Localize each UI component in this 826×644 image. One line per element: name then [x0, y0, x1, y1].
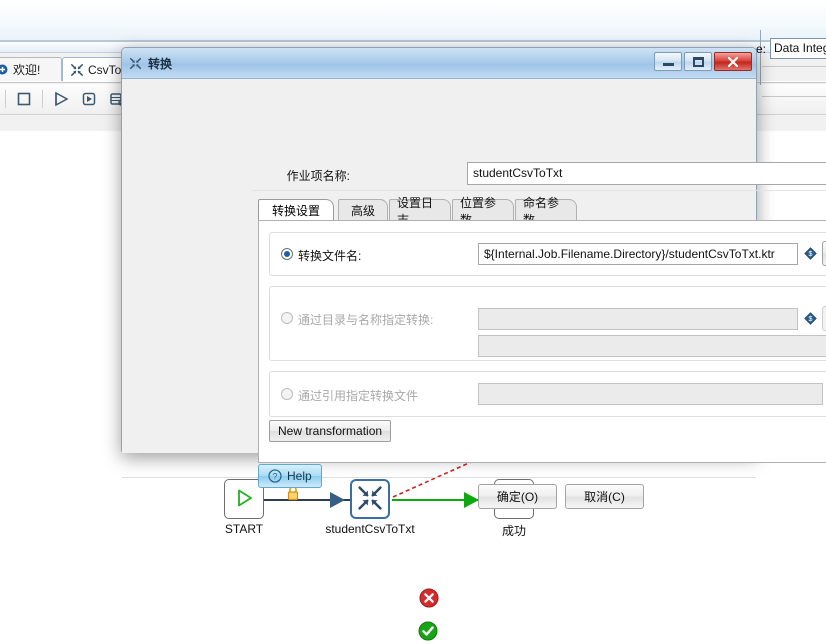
play-triangle-icon [233, 487, 255, 512]
tab-panel-transformation-settings: 转换文件名: ${Internal.Job.Filename.Directory… [258, 220, 826, 463]
transformation-icon [357, 485, 383, 514]
job-entry-transformation-label: studentCsvToTxt [325, 522, 415, 536]
job-entry-transformation[interactable] [350, 479, 390, 519]
bg-right-rule-2 [762, 96, 826, 97]
background-top-glow [0, 0, 826, 40]
tab-transformation-settings[interactable]: 转换设置 [258, 199, 334, 221]
job-entry-success-label: 成功 [501, 524, 526, 538]
variable-diamond-icon[interactable]: $ [804, 247, 817, 260]
red-error-icon [419, 588, 439, 611]
bg-tab-welcome-label: 欢迎! [13, 63, 41, 77]
radio-by-directory-and-name-label: 通过目录与名称指定转换: [298, 313, 434, 327]
bg-tab-welcome[interactable]: 欢迎! [0, 57, 62, 81]
help-button-label: Help [287, 469, 312, 483]
svg-text:?: ? [272, 471, 277, 481]
job-entry-start-label: START [224, 522, 264, 536]
new-transformation-button[interactable]: New transformation [269, 420, 392, 442]
preview-icon[interactable] [76, 87, 102, 111]
bg-right-rule [762, 66, 826, 67]
tab-transformation-settings-label: 转换设置 [271, 204, 320, 218]
minimize-icon[interactable] [654, 52, 682, 71]
tab-advanced[interactable]: 高级 [338, 199, 388, 221]
bg-right-label: e: [756, 42, 767, 56]
variable-diamond-icon[interactable]: $ [804, 312, 817, 325]
bg-tab-csvtotxt-label: CsvTo [88, 62, 122, 77]
transformation-icon [70, 63, 84, 77]
tab-logging[interactable]: 设置日志 [389, 196, 451, 227]
transformation-icon [129, 57, 142, 70]
green-check-icon [418, 621, 438, 644]
tab-advanced-label: 高级 [350, 204, 375, 218]
radio-by-reference[interactable] [281, 388, 293, 400]
svg-text:$: $ [809, 316, 813, 323]
transformation-filename-input[interactable]: ${Internal.Job.Filename.Directory}/stude… [478, 243, 798, 265]
option-group-by-directory-and-name: 通过目录与名称指定转换: $ [269, 286, 826, 361]
browse-transformation-button-disabled [822, 306, 826, 331]
dialog-tab-strip: 转换设置 高级 设置日志 位置参数 命名参数 [258, 196, 826, 227]
dialog-rule-bottom [122, 477, 756, 478]
tab-positional-params[interactable]: 位置参数 [452, 196, 514, 227]
tab-named-params[interactable]: 命名参数 [515, 196, 577, 227]
ok-button[interactable]: 确定(O) [478, 484, 557, 509]
browse-transformation-button[interactable] [822, 241, 826, 266]
cancel-button-label: 取消(C) [584, 490, 625, 504]
bg-right-divider [760, 30, 761, 85]
hop-arrow-start [330, 492, 345, 508]
bg-right-text-field[interactable]: Data Integ [770, 38, 826, 59]
new-transformation-label: New transformation [278, 424, 383, 438]
dialog-title: 转换 [148, 56, 173, 71]
transformation-reference-input[interactable] [478, 383, 823, 405]
ok-button-label: 确定(O) [496, 490, 539, 504]
maximize-icon[interactable] [684, 52, 712, 71]
help-button[interactable]: ? Help [258, 464, 322, 488]
option-group-by-reference: 通过引用指定转换文件 [269, 371, 826, 417]
toolbar-divider-2 [42, 90, 43, 108]
toolbar-divider [5, 90, 6, 108]
question-circle-icon: ? [268, 469, 282, 483]
radio-by-directory-and-name[interactable] [281, 312, 293, 324]
transformation-directory-input[interactable] [478, 308, 798, 330]
radio-by-filename-label: 转换文件名: [298, 249, 362, 263]
option-group-by-filename: 转换文件名: ${Internal.Job.Filename.Directory… [269, 232, 826, 276]
run-icon[interactable] [48, 87, 74, 111]
radio-by-reference-label: 通过引用指定转换文件 [298, 389, 419, 403]
radio-by-filename[interactable] [281, 248, 293, 260]
dialog-rule-top [252, 190, 826, 191]
stop-icon[interactable] [11, 87, 37, 111]
dialog-body: 作业项名称: studentCsvToTxt 转换设置 高级 设置日志 位置参数… [122, 79, 826, 509]
cancel-button[interactable]: 取消(C) [565, 484, 644, 509]
job-entry-name-label: 作业项名称: [286, 169, 350, 183]
close-icon[interactable] [714, 52, 752, 71]
job-entry-name-input[interactable]: studentCsvToTxt [467, 162, 826, 185]
dialog-title-bar[interactable]: 转换 [122, 48, 756, 79]
svg-text:$: $ [809, 251, 813, 258]
welcome-icon [0, 63, 9, 76]
transformation-job-entry-dialog[interactable]: 转换 作业项名称: studentCsvToTxt 转换设置 高级 设置日志 [121, 47, 826, 509]
transformation-name-input[interactable] [478, 335, 826, 357]
